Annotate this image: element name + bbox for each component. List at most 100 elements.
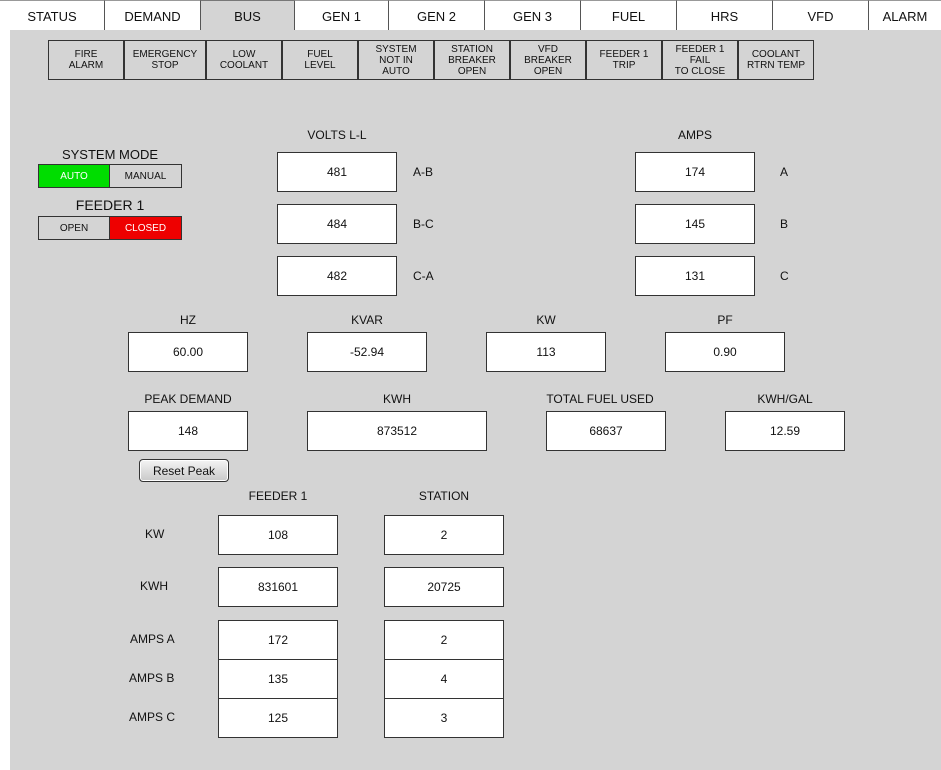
kw-value: 113 xyxy=(486,332,606,372)
amps-title: AMPS xyxy=(677,128,712,142)
feeder1-amps-c-value: 125 xyxy=(218,698,338,738)
alarm-coolant-rtrn-line1: COOLANT xyxy=(751,49,801,60)
alarm-low-coolant: LOW COOLANT xyxy=(206,40,282,80)
row-amps-a-label: AMPS A xyxy=(130,632,175,646)
kwh-gal-label: KWH/GAL xyxy=(757,392,813,406)
row-kwh-label: KWH xyxy=(140,579,168,593)
kw-label: KW xyxy=(536,313,556,327)
kwh-label: KWH xyxy=(383,392,411,406)
peak-demand-label: PEAK DEMAND xyxy=(144,392,232,406)
alarm-system-not-in-auto: SYSTEM NOT IN AUTO xyxy=(358,40,434,80)
alarm-fire: FIRE ALARM xyxy=(48,40,124,80)
feeder1-closed-button[interactable]: CLOSED xyxy=(109,216,182,240)
amps-c-value: 131 xyxy=(635,256,755,296)
total-fuel-value: 68637 xyxy=(546,411,666,451)
alarm-station-breaker-line3: OPEN xyxy=(457,65,487,77)
alarm-vfd-breaker-line1: VFD xyxy=(538,43,558,55)
kvar-label: KVAR xyxy=(351,313,383,327)
system-mode-label: SYSTEM MODE xyxy=(61,147,159,162)
volts-ca-value: 482 xyxy=(277,256,397,296)
tab-alarm[interactable]: ALARM xyxy=(868,0,941,32)
volts-ab-value: 481 xyxy=(277,152,397,192)
feeder1-mode-label: FEEDER 1 xyxy=(75,197,145,213)
row-kw-label: KW xyxy=(145,527,165,541)
tab-demand[interactable]: DEMAND xyxy=(104,0,200,32)
alarm-emergency-stop-line2: STOP xyxy=(151,60,179,71)
station-amps-c-value: 3 xyxy=(384,698,504,738)
feeder1-kw-value: 108 xyxy=(218,515,338,555)
station-amps-a-value: 2 xyxy=(384,620,504,660)
row-amps-b-label: AMPS B xyxy=(129,671,175,685)
alarm-emergency-stop-line1: EMERGENCY xyxy=(132,49,198,60)
hz-value: 60.00 xyxy=(128,332,248,372)
alarm-fire-line2: ALARM xyxy=(68,60,104,71)
feeder1-header: FEEDER 1 xyxy=(248,489,308,503)
tab-fuel[interactable]: FUEL xyxy=(580,0,676,32)
alarm-feeder1-trip-line1: FEEDER 1 xyxy=(599,49,649,60)
system-mode-manual-button[interactable]: MANUAL xyxy=(109,164,182,188)
volts-ca-label: C-A xyxy=(413,269,434,283)
alarm-feeder1-fail-to-close: FEEDER 1 FAIL TO CLOSE xyxy=(662,40,738,80)
alarm-feeder1-fail-line3: TO CLOSE xyxy=(674,65,726,77)
feeder1-kwh-value: 831601 xyxy=(218,567,338,607)
alarm-system-not-in-auto-line1: SYSTEM xyxy=(375,43,417,55)
alarm-low-coolant-line2: COOLANT xyxy=(219,60,269,71)
volts-bc-label: B-C xyxy=(413,217,434,231)
row-amps-c-label: AMPS C xyxy=(129,710,176,724)
tab-bar: STATUS DEMAND BUS GEN 1 GEN 2 GEN 3 FUEL… xyxy=(0,0,941,32)
alarm-station-breaker-line1: STATION xyxy=(451,43,493,55)
tab-bus[interactable]: BUS xyxy=(200,0,294,32)
kwh-value: 873512 xyxy=(307,411,487,451)
alarm-station-breaker-line2: BREAKER xyxy=(448,54,496,66)
alarm-fire-line1: FIRE xyxy=(74,49,98,60)
station-kw-value: 2 xyxy=(384,515,504,555)
system-mode-auto-button[interactable]: AUTO xyxy=(38,164,110,188)
kwh-gal-value: 12.59 xyxy=(725,411,845,451)
alarm-fuel-level: FUEL LEVEL xyxy=(282,40,358,80)
volts-bc-value: 484 xyxy=(277,204,397,244)
feeder1-amps-b-value: 135 xyxy=(218,659,338,699)
alarm-system-not-in-auto-line2: NOT IN xyxy=(379,54,413,66)
hz-label: HZ xyxy=(180,313,196,327)
amps-b-value: 145 xyxy=(635,204,755,244)
tab-gen-1[interactable]: GEN 1 xyxy=(294,0,388,32)
amps-b-label: B xyxy=(780,217,789,231)
amps-a-value: 174 xyxy=(635,152,755,192)
peak-demand-value: 148 xyxy=(128,411,248,451)
reset-peak-button[interactable]: Reset Peak xyxy=(139,459,229,482)
amps-a-label: A xyxy=(780,165,789,179)
amps-c-label: C xyxy=(780,269,789,283)
alarm-feeder1-fail-line2: FAIL xyxy=(689,54,711,66)
volts-ab-label: A-B xyxy=(413,165,434,179)
alarm-feeder1-trip-line2: TRIP xyxy=(612,60,636,71)
alarm-station-breaker-open: STATION BREAKER OPEN xyxy=(434,40,510,80)
alarm-fuel-level-line1: FUEL xyxy=(307,49,333,60)
tab-status[interactable]: STATUS xyxy=(0,0,104,32)
pf-value: 0.90 xyxy=(665,332,785,372)
alarm-feeder1-fail-line1: FEEDER 1 xyxy=(675,43,725,55)
station-kwh-value: 20725 xyxy=(384,567,504,607)
bus-panel: FIRE ALARM EMERGENCY STOP LOW COOLANT FU… xyxy=(10,30,941,770)
alarm-vfd-breaker-line2: BREAKER xyxy=(524,54,572,66)
volts-title: VOLTS L-L xyxy=(307,128,367,142)
alarm-system-not-in-auto-line3: AUTO xyxy=(382,65,410,77)
tab-gen-3[interactable]: GEN 3 xyxy=(484,0,580,32)
alarm-emergency-stop: EMERGENCY STOP xyxy=(124,40,206,80)
alarm-vfd-breaker-line3: OPEN xyxy=(533,65,563,77)
alarm-fuel-level-line2: LEVEL xyxy=(304,60,336,71)
alarm-vfd-breaker-open: VFD BREAKER OPEN xyxy=(510,40,586,80)
feeder1-amps-a-value: 172 xyxy=(218,620,338,660)
alarm-coolant-rtrn-temp: COOLANT RTRN TEMP xyxy=(738,40,814,80)
tab-hrs[interactable]: HRS xyxy=(676,0,772,32)
kvar-value: -52.94 xyxy=(307,332,427,372)
alarm-coolant-rtrn-line2: RTRN TEMP xyxy=(747,60,805,71)
alarm-low-coolant-line1: LOW xyxy=(232,49,256,60)
feeder1-open-button[interactable]: OPEN xyxy=(38,216,110,240)
station-header: STATION xyxy=(418,489,470,503)
pf-label: PF xyxy=(717,313,733,327)
total-fuel-label: TOTAL FUEL USED xyxy=(546,392,654,406)
tab-vfd[interactable]: VFD xyxy=(772,0,868,32)
alarm-feeder1-trip: FEEDER 1 TRIP xyxy=(586,40,662,80)
tab-gen-2[interactable]: GEN 2 xyxy=(388,0,484,32)
station-amps-b-value: 4 xyxy=(384,659,504,699)
